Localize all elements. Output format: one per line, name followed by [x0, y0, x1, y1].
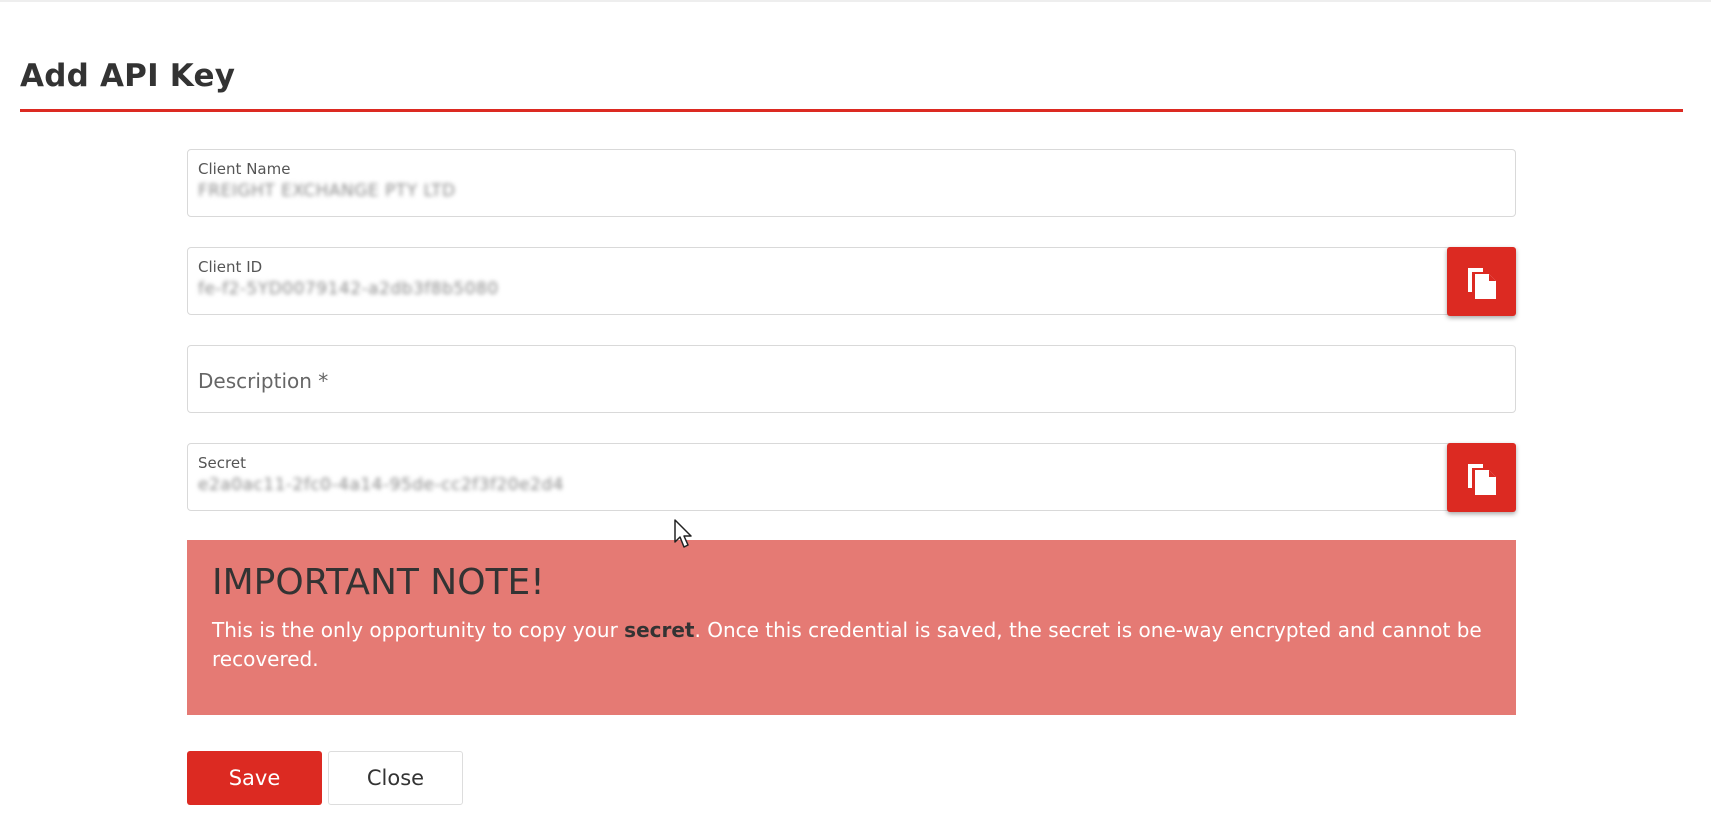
- title-divider: [20, 109, 1683, 112]
- client-id-field[interactable]: Client ID fe-f2-5YD0079142-a2db3f8b5080: [187, 247, 1516, 315]
- secret-value: e2a0ac11-2fc0-4a14-95de-cc2f3f20e2d4: [198, 475, 564, 495]
- secret-label: Secret: [198, 454, 246, 472]
- page-title: Add API Key: [20, 58, 236, 94]
- client-name-label: Client Name: [198, 160, 291, 178]
- copy-icon: [1467, 463, 1496, 495]
- client-name-field[interactable]: Client Name FREIGHT EXCHANGE PTY LTD: [187, 149, 1516, 217]
- description-field[interactable]: [187, 345, 1516, 413]
- secret-field[interactable]: Secret e2a0ac11-2fc0-4a14-95de-cc2f3f20e…: [187, 443, 1516, 511]
- important-note-alert: IMPORTANT NOTE! This is the only opportu…: [187, 540, 1516, 715]
- note-title: IMPORTANT NOTE!: [212, 562, 545, 603]
- description-input[interactable]: [198, 369, 1498, 393]
- copy-secret-button[interactable]: [1447, 443, 1516, 512]
- note-text-emphasis: secret: [624, 618, 695, 642]
- copy-client-id-button[interactable]: [1447, 247, 1516, 316]
- save-button[interactable]: Save: [187, 751, 322, 805]
- client-id-value: fe-f2-5YD0079142-a2db3f8b5080: [198, 279, 499, 299]
- note-text-start: This is the only opportunity to copy you…: [212, 618, 625, 642]
- close-button[interactable]: Close: [328, 751, 463, 805]
- top-border: [0, 0, 1711, 2]
- copy-icon: [1467, 267, 1496, 299]
- mouse-pointer-icon: [674, 519, 692, 548]
- client-name-value: FREIGHT EXCHANGE PTY LTD: [198, 181, 456, 201]
- client-id-label: Client ID: [198, 258, 263, 276]
- note-text: This is the only opportunity to copy you…: [212, 616, 1492, 674]
